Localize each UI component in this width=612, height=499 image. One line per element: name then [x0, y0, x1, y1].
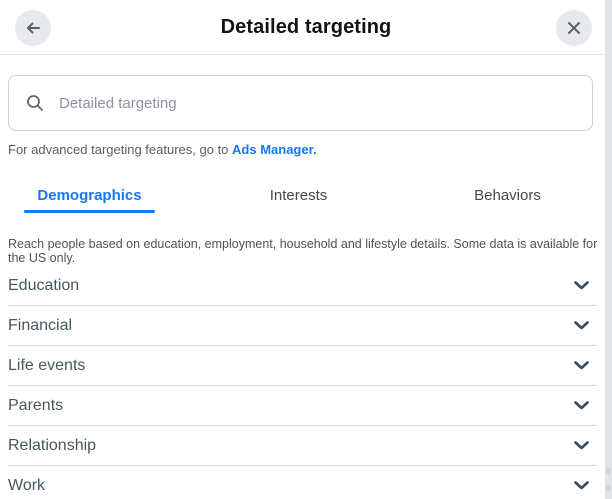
active-tab-underline: [24, 210, 155, 213]
detailed-targeting-dialog: Detailed targeting For advanced targetin…: [0, 0, 612, 499]
chevron-down-icon: [574, 441, 589, 450]
chevron-down-icon: [574, 401, 589, 410]
category-label: Relationship: [8, 436, 97, 454]
page-title: Detailed targeting: [220, 15, 392, 38]
arrow-left-icon: [23, 18, 43, 38]
dialog-header: Detailed targeting: [0, 0, 612, 55]
category-row-relationship[interactable]: Relationship: [8, 426, 597, 466]
category-row-education[interactable]: Education: [8, 266, 597, 306]
category-label: Financial: [8, 316, 73, 334]
background-artifact: [606, 468, 611, 474]
tab-behaviors[interactable]: Behaviors: [442, 178, 573, 213]
ads-manager-link[interactable]: Ads Manager.: [232, 142, 317, 157]
category-label: Work: [8, 476, 46, 494]
close-icon: [565, 19, 583, 37]
background-artifact: [606, 485, 611, 491]
tab-label: Behaviors: [474, 187, 541, 204]
tab-interests[interactable]: Interests: [233, 178, 364, 213]
helper-text: For advanced targeting features, go to A…: [8, 142, 604, 157]
tab-demographics[interactable]: Demographics: [24, 178, 155, 213]
category-row-financial[interactable]: Financial: [8, 306, 597, 346]
chevron-down-icon: [574, 281, 589, 290]
back-button[interactable]: [15, 10, 51, 46]
page-behind-strip: [605, 0, 612, 499]
chevron-down-icon: [574, 321, 589, 330]
category-list: Education Financial Life events Parents …: [0, 266, 612, 499]
tab-description: Reach people based on education, employm…: [8, 237, 598, 265]
chevron-down-icon: [574, 361, 589, 370]
category-row-life-events[interactable]: Life events: [8, 346, 597, 386]
close-button[interactable]: [556, 10, 592, 46]
category-row-work[interactable]: Work: [8, 466, 597, 499]
search-input[interactable]: [57, 93, 578, 113]
tab-label: Demographics: [37, 187, 142, 204]
category-label: Education: [8, 276, 80, 294]
category-label: Parents: [8, 396, 64, 414]
category-row-parents[interactable]: Parents: [8, 386, 597, 426]
chevron-down-icon: [574, 481, 589, 490]
tab-bar: Demographics Interests Behaviors: [24, 178, 573, 213]
search-box[interactable]: [8, 75, 593, 131]
tab-label: Interests: [269, 187, 328, 204]
category-label: Life events: [8, 356, 86, 374]
search-icon: [26, 94, 44, 112]
helper-text-label: For advanced targeting features, go to: [8, 142, 233, 157]
